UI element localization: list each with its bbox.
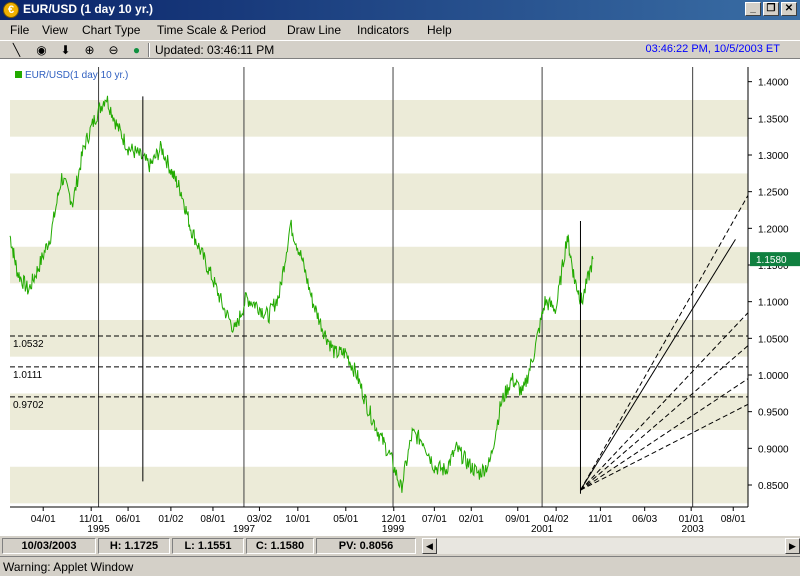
x-tick-label: 10/01 <box>285 514 310 525</box>
legend-label: EUR/USD(1 day 10 yr.) <box>25 70 129 81</box>
draw-line-icon[interactable]: ╲ <box>8 42 25 58</box>
restore-button[interactable]: ❐ <box>763 2 779 16</box>
menu-view[interactable]: View <box>42 23 68 37</box>
scroll-right-arrow[interactable]: ▶ <box>785 538 800 554</box>
chart-band <box>10 320 748 357</box>
x-tick-label: 07/01 <box>422 514 447 525</box>
y-tick-label: 0.8500 <box>758 481 789 492</box>
price-chart[interactable]: 1.40001.35001.30001.25001.20001.15001.10… <box>0 59 800 536</box>
chart-band <box>10 136 748 174</box>
y-tick-label: 1.3500 <box>758 114 789 125</box>
toolbar-separator <box>148 43 150 57</box>
menu-chart-type[interactable]: Chart Type <box>82 23 140 37</box>
x-tick-label: 08/01 <box>721 514 746 525</box>
menu-bar: File View Chart Type Time Scale & Period… <box>0 20 800 40</box>
status-bar: 10/03/2003 H: 1.1725 L: 1.1551 C: 1.1580… <box>0 536 800 556</box>
y-tick-label: 1.1000 <box>758 298 789 309</box>
y-tick-label: 1.0500 <box>758 334 789 345</box>
window-title: EUR/USD (1 day 10 yr.) <box>23 2 154 16</box>
fib-level-label: 1.0111 <box>13 370 43 381</box>
x-tick-label: 04/01 <box>31 514 56 525</box>
chart-band <box>10 210 748 247</box>
legend-swatch <box>15 71 22 78</box>
y-tick-label: 1.2500 <box>758 188 789 199</box>
x-tick-label: 02/01 <box>459 514 484 525</box>
x-year-label: 1997 <box>233 524 256 535</box>
warning-text: Warning: Applet Window <box>3 560 134 574</box>
chart-band <box>10 173 748 210</box>
x-tick-label: 09/01 <box>505 514 530 525</box>
chart-legend: EUR/USD(1 day 10 yr.) <box>15 70 128 81</box>
chart-band <box>10 63 748 100</box>
download-arrow-icon[interactable]: ⬇ <box>57 42 74 58</box>
x-tick-label: 06/03 <box>632 514 657 525</box>
clock: 03:46:22 PM, 10/5/2003 ET <box>645 43 780 55</box>
chart-area[interactable]: 1.4000 1.3500 1.3000 1.2500 1.2000 1.1500 1.10… <box>0 59 800 536</box>
close-button[interactable]: ✕ <box>781 2 797 16</box>
x-tick-label: 01/02 <box>158 514 183 525</box>
menu-time-scale[interactable]: Time Scale & Period <box>157 23 266 37</box>
menu-draw-line[interactable]: Draw Line <box>287 23 341 37</box>
zoom-in-icon[interactable]: ⊕ <box>81 42 98 58</box>
minimize-button[interactable]: _ <box>745 2 761 16</box>
applet-warning: Warning: Applet Window <box>0 556 800 576</box>
updated-time: Updated: 03:46:11 PM <box>155 43 275 57</box>
x-year-label: 2001 <box>531 524 554 535</box>
title-bar: € EUR/USD (1 day 10 yr.) _ ❐ ✕ <box>0 0 800 20</box>
y-tick-label: 1.0000 <box>758 371 789 382</box>
status-low: L: 1.1551 <box>172 538 244 554</box>
applet-icon[interactable]: € <box>3 2 19 18</box>
y-tick-label: 1.4000 <box>758 78 789 89</box>
status-close: C: 1.1580 <box>246 538 314 554</box>
y-tick-label: 1.3000 <box>758 151 789 162</box>
chart-band <box>10 466 748 504</box>
status-date: 10/03/2003 <box>2 538 96 554</box>
last-price-label: 1.1580 <box>756 255 787 266</box>
chart-band <box>10 356 748 394</box>
menu-file[interactable]: File <box>10 23 29 37</box>
x-year-label: 1999 <box>382 524 405 535</box>
status-pv: PV: 0.8056 <box>316 538 416 554</box>
x-tick-label: 11/01 <box>588 514 613 525</box>
fib-level-label: 1.0532 <box>13 339 44 350</box>
target-icon[interactable]: ◉ <box>33 42 50 58</box>
y-tick-label: 1.2000 <box>758 224 789 235</box>
scroll-left-arrow[interactable]: ◀ <box>422 538 437 554</box>
y-tick-label: 0.9500 <box>758 408 789 419</box>
status-dot-icon[interactable]: ● <box>128 42 145 58</box>
chart-band <box>10 246 748 284</box>
x-tick-label: 06/01 <box>116 514 141 525</box>
x-year-label: 2003 <box>682 524 705 535</box>
horizontal-scrollbar[interactable]: ◀ ▶ <box>422 538 800 554</box>
menu-help[interactable]: Help <box>427 23 452 37</box>
x-year-label: 1995 <box>87 524 110 535</box>
x-tick-label: 08/01 <box>200 514 225 525</box>
menu-indicators[interactable]: Indicators <box>357 23 409 37</box>
zoom-out-icon[interactable]: ⊖ <box>105 42 122 58</box>
fib-level-label: 0.9702 <box>13 400 44 411</box>
y-tick-label: 0.9000 <box>758 444 789 455</box>
toolbar: ╲ ◉ ⬇ ⊕ ⊖ ● Updated: 03:46:11 PM 03:46:2… <box>0 40 800 59</box>
status-high: H: 1.1725 <box>98 538 170 554</box>
x-tick-label: 05/01 <box>333 514 358 525</box>
chart-band <box>10 283 748 320</box>
